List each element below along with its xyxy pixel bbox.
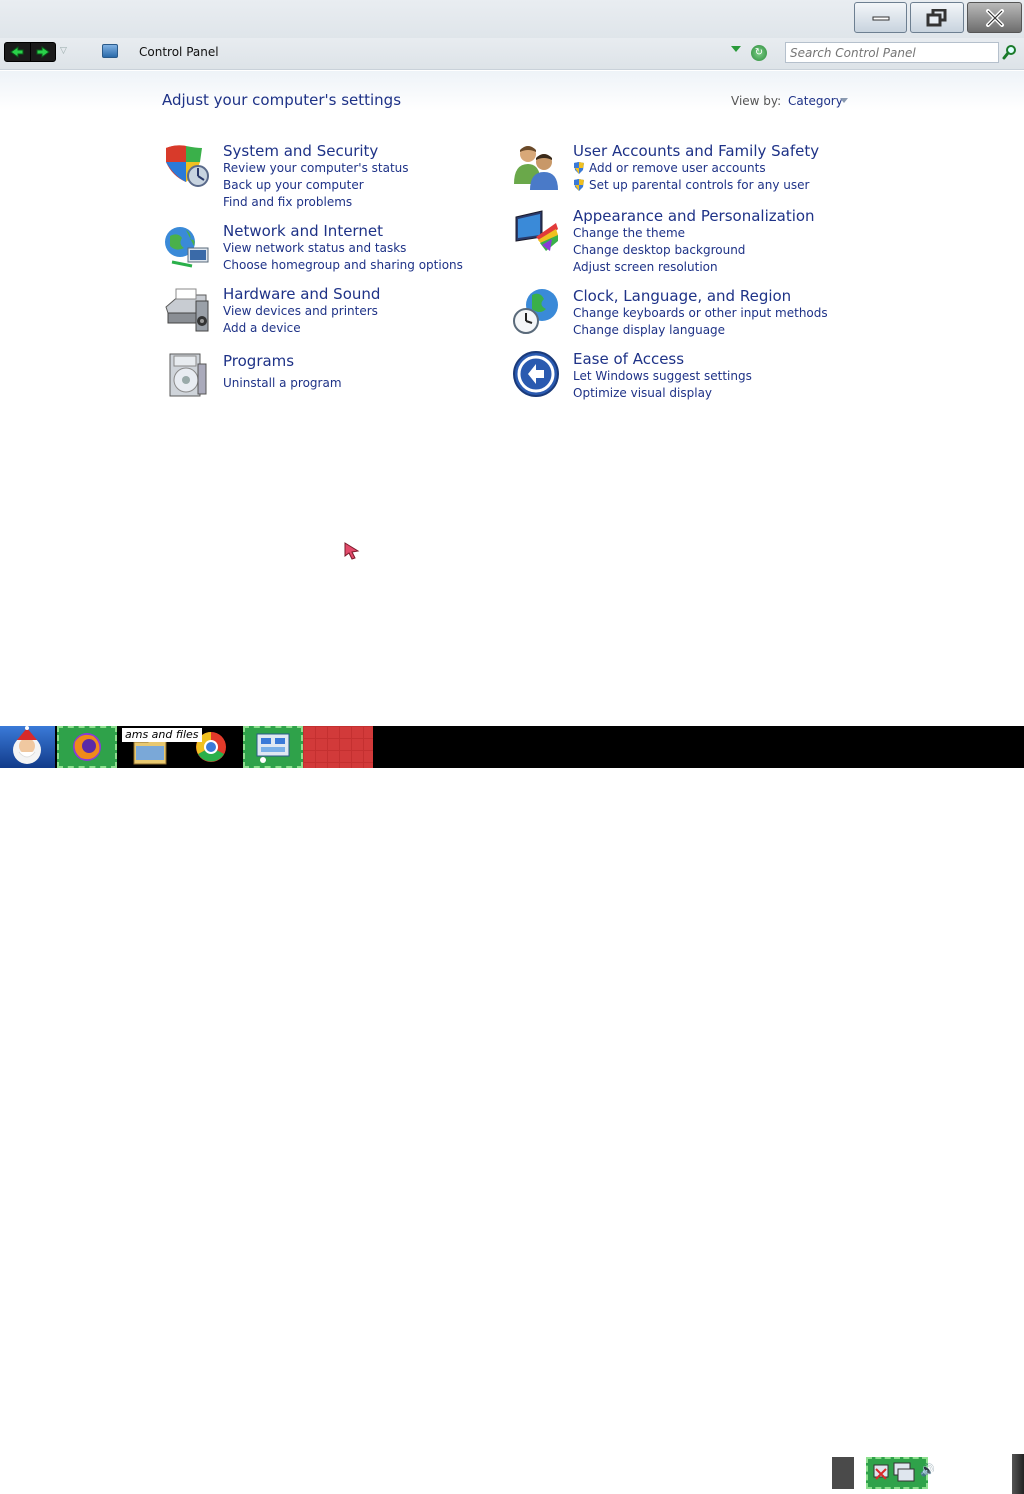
chevron-down-icon[interactable] <box>840 98 848 103</box>
category-title[interactable]: Clock, Language, and Region <box>573 287 791 305</box>
control-panel-window: ▽ Control Panel ↻ Adjust your computer's… <box>0 0 1024 726</box>
view-by-dropdown[interactable]: Category <box>788 94 843 108</box>
view-by-label: View by: <box>731 94 782 108</box>
printer-icon[interactable] <box>162 285 210 333</box>
category-link[interactable]: Change the theme <box>573 226 685 240</box>
category-link[interactable]: Change display language <box>573 323 725 337</box>
clock-time[interactable]: 3:50 AM <box>944 1458 1010 1472</box>
minimize-button[interactable] <box>854 2 907 33</box>
category-link[interactable]: Add or remove user accounts <box>589 161 766 175</box>
category-link[interactable]: Review your computer's status <box>223 161 409 175</box>
category-link[interactable]: View devices and printers <box>223 304 378 318</box>
programs-icon[interactable] <box>162 352 210 400</box>
category-appearance: Appearance and Personalization Change th… <box>512 207 842 277</box>
mouse-cursor-icon <box>344 542 360 560</box>
start-orb-icon <box>13 726 41 764</box>
clock-date[interactable]: 12/26/2023 <box>944 1472 1013 1486</box>
category-link[interactable]: Adjust screen resolution <box>573 260 718 274</box>
navigation-buttons <box>4 42 56 62</box>
main-content: Adjust your computer's settings View by:… <box>0 71 1024 726</box>
close-icon <box>985 8 1004 27</box>
control-panel-icon <box>102 44 118 58</box>
clock-globe-icon[interactable] <box>512 287 560 335</box>
category-title[interactable]: Appearance and Personalization <box>573 207 815 225</box>
minimize-icon <box>872 16 889 20</box>
control-panel-icon <box>256 733 290 763</box>
category-hardware-sound: Hardware and Sound View devices and prin… <box>162 285 492 337</box>
firefox-icon <box>73 733 101 761</box>
address-bar: ▽ Control Panel ↻ <box>0 38 1024 70</box>
ease-of-access-icon[interactable] <box>512 350 560 398</box>
category-title[interactable]: Programs <box>223 352 294 370</box>
category-title[interactable]: Hardware and Sound <box>223 285 380 303</box>
back-button[interactable] <box>5 43 31 61</box>
category-ease-of-access: Ease of Access Let Windows suggest setti… <box>512 350 842 402</box>
restore-button[interactable] <box>910 2 964 33</box>
category-title[interactable]: Network and Internet <box>223 222 383 240</box>
recent-pages-dropdown[interactable]: ▽ <box>60 46 67 56</box>
users-icon[interactable] <box>512 142 560 190</box>
search-icon[interactable] <box>1002 44 1018 60</box>
restore-icon <box>926 8 947 26</box>
category-link[interactable]: Uninstall a program <box>223 376 342 390</box>
category-link[interactable]: Choose homegroup and sharing options <box>223 258 463 272</box>
category-user-accounts: User Accounts and Family Safety Add or r… <box>512 142 842 194</box>
category-link[interactable]: Optimize visual display <box>573 386 712 400</box>
category-link[interactable]: Find and fix problems <box>223 195 352 209</box>
network-tray-icon <box>873 1462 915 1482</box>
taskbar-firefox[interactable] <box>57 726 117 768</box>
start-button[interactable] <box>0 726 55 768</box>
back-arrow-icon <box>10 46 24 58</box>
category-link[interactable]: Change keyboards or other input methods <box>573 306 828 320</box>
title-bar <box>0 0 1024 38</box>
category-system-security: System and Security Review your computer… <box>162 142 492 212</box>
category-title[interactable]: System and Security <box>223 142 378 160</box>
refresh-icon[interactable]: ↻ <box>751 45 767 61</box>
category-link[interactable]: Change desktop background <box>573 243 745 257</box>
page-title: Adjust your computer's settings <box>162 91 402 109</box>
category-link[interactable]: Back up your computer <box>223 178 364 192</box>
taskbar-tooltip: ams and files <box>122 728 202 742</box>
show-desktop-button[interactable] <box>1012 1454 1024 1494</box>
category-link[interactable]: Add a device <box>223 321 301 335</box>
category-link[interactable]: View network status and tasks <box>223 241 406 255</box>
uac-shield-icon <box>574 162 584 174</box>
forward-button[interactable] <box>31 43 56 61</box>
tray-overflow-button[interactable] <box>832 1457 854 1489</box>
address-dropdown[interactable] <box>731 46 741 52</box>
category-link[interactable]: Let Windows suggest settings <box>573 369 752 383</box>
taskbar-control-panel[interactable] <box>243 726 303 768</box>
monitor-palette-icon[interactable] <box>512 207 560 255</box>
category-title[interactable]: Ease of Access <box>573 350 684 368</box>
tray-icons[interactable] <box>866 1457 928 1489</box>
category-network-internet: Network and Internet View network status… <box>162 222 492 274</box>
volume-icon[interactable]: 🔊 <box>920 1463 940 1483</box>
breadcrumb[interactable]: Control Panel <box>139 45 219 59</box>
category-title[interactable]: User Accounts and Family Safety <box>573 142 819 160</box>
taskbar-window-thumbnail[interactable] <box>303 726 373 768</box>
forward-arrow-icon <box>36 46 50 58</box>
globe-network-icon[interactable] <box>162 222 210 270</box>
search-input[interactable] <box>785 42 999 63</box>
uac-shield-icon <box>574 179 584 191</box>
shield-icon[interactable] <box>162 142 210 190</box>
category-clock-language-region: Clock, Language, and Region Change keybo… <box>512 287 842 339</box>
category-link[interactable]: Set up parental controls for any user <box>589 178 809 192</box>
category-programs: Programs Uninstall a program <box>162 352 492 404</box>
close-button[interactable] <box>967 2 1022 33</box>
